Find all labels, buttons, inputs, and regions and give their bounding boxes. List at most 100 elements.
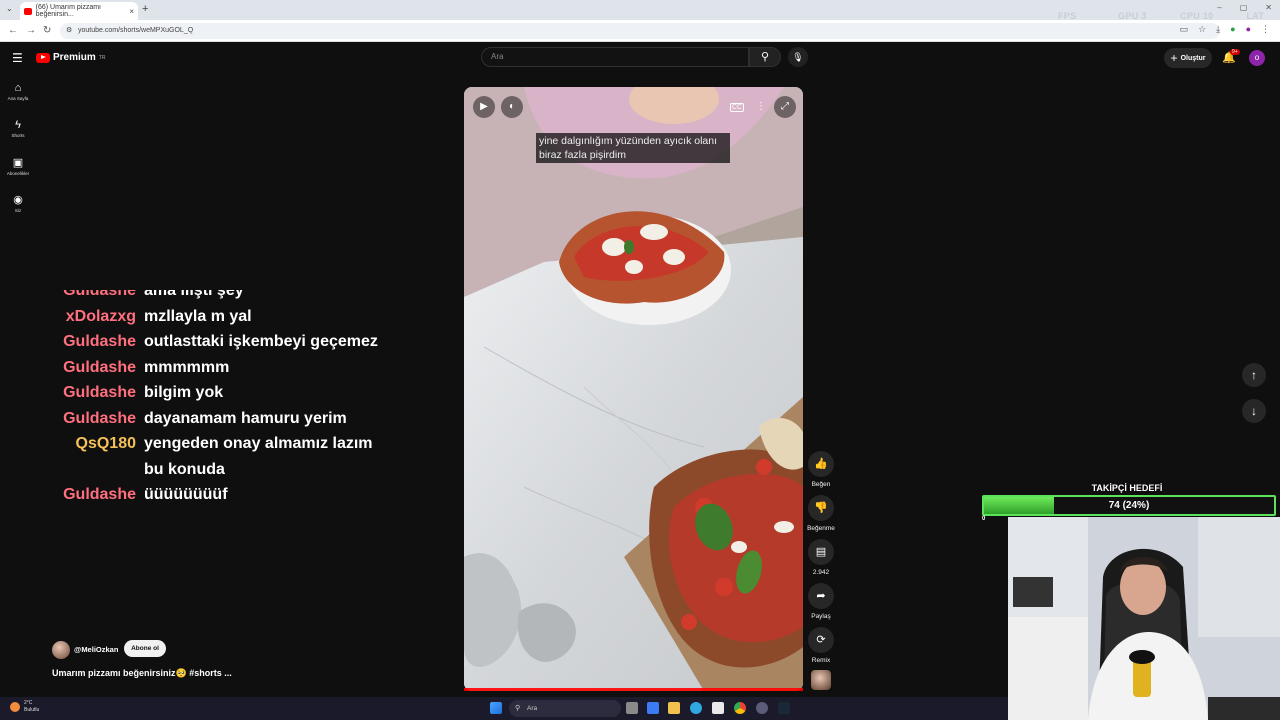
guide-label-home: Ana Sayfa: [7, 96, 29, 101]
share-icon: ➦: [808, 583, 834, 609]
mute-button[interactable]: ◐: [501, 96, 523, 118]
fullscreen-icon: ⤢: [781, 101, 789, 112]
captions-button[interactable]: CC: [726, 96, 748, 118]
guide-item-shorts[interactable]: ϟ Shorts: [2, 119, 34, 138]
weather-widget[interactable]: 2°C Bulutlu: [10, 700, 39, 714]
follower-goal-title: TAKİPÇİ HEDEFİ: [1091, 483, 1163, 493]
play-button[interactable]: ▶: [473, 96, 495, 118]
chat-username: xDolazxg: [65, 307, 136, 325]
taskbar-search-label: Ara: [527, 705, 538, 712]
downloads-icon[interactable]: ⤓: [1216, 24, 1220, 35]
task-view-icon[interactable]: [626, 702, 638, 714]
maximize-icon[interactable]: ▢: [1240, 3, 1248, 12]
minimize-icon[interactable]: –: [1217, 3, 1221, 12]
sound-source-avatar[interactable]: [811, 670, 831, 690]
youtube-logo[interactable]: Premium TR: [36, 52, 105, 63]
weather-desc: Bulutlu: [24, 707, 40, 713]
edge-icon[interactable]: [690, 702, 702, 714]
create-button[interactable]: + Oluştur: [1164, 48, 1212, 68]
windows-start-icon[interactable]: [490, 702, 502, 714]
browser-tab[interactable]: (66) Umarım pizzamı beğenirsin... ×: [20, 2, 138, 20]
taskbar-search[interactable]: ⚲ Ara: [509, 700, 621, 717]
taskbar-search-icon: ⚲: [515, 705, 521, 712]
video-frame-image: [464, 87, 803, 691]
follower-goal-value: 74 (24%): [1108, 500, 1150, 511]
chrome-icon[interactable]: [734, 702, 746, 714]
chat-text: dayanamam hamuru yerim: [144, 409, 347, 427]
comments-button[interactable]: ▤ 2.942: [807, 539, 835, 576]
logo-text: Premium: [53, 52, 96, 63]
account-avatar[interactable]: o: [1249, 50, 1265, 66]
tab-search-icon[interactable]: ⌄: [6, 4, 13, 13]
channel-name[interactable]: @MeliOzkan: [74, 645, 118, 654]
chat-message: Guldashe outlasttaki işkembeyi geçemez: [56, 329, 386, 355]
remix-button[interactable]: ⟳ Remix: [807, 627, 835, 664]
bookmark-star-icon[interactable]: ☆: [1198, 24, 1206, 35]
youtube-favicon-icon: [24, 7, 32, 15]
search-button[interactable]: ⚲: [749, 47, 781, 67]
youtube-play-icon: [36, 52, 50, 63]
more-options-button[interactable]: ⋮: [750, 96, 772, 118]
obs-icon[interactable]: [756, 702, 768, 714]
chat-username: Guldashe: [63, 384, 136, 401]
guide-item-you[interactable]: ◉ Siz: [2, 193, 34, 213]
close-tab-icon[interactable]: ×: [129, 7, 134, 16]
guide-item-home[interactable]: ⌂ Ana Sayfa: [2, 82, 34, 101]
file-explorer-icon[interactable]: [668, 702, 680, 714]
guide-item-subscriptions[interactable]: ▣ Abonelikler: [2, 156, 34, 176]
youtube-header: ☰ Premium TR Ara ⚲ 🎙 + Oluştur 🔔 9+ o: [0, 42, 1280, 74]
weather-temp: 2°C: [24, 700, 33, 706]
subscribe-button[interactable]: Abone ol: [124, 640, 166, 657]
reload-icon[interactable]: ↻: [43, 25, 51, 36]
cast-icon[interactable]: ▭: [1180, 24, 1189, 35]
arrow-down-icon: ↓: [1251, 404, 1257, 418]
dislike-label: Beğenme: [807, 525, 835, 532]
webcam-image: [1008, 517, 1280, 720]
site-info-icon[interactable]: ⚙: [66, 23, 72, 39]
volume-icon: ◐: [508, 101, 516, 112]
profile-icon[interactable]: ●: [1246, 24, 1251, 35]
store-icon[interactable]: [712, 702, 724, 714]
close-window-icon[interactable]: ✕: [1265, 3, 1272, 12]
thumbs-down-icon: 👎: [808, 495, 834, 521]
voice-search-button[interactable]: 🎙: [788, 47, 808, 67]
comment-icon: ▤: [808, 539, 834, 565]
url-input[interactable]: ⚙ youtube.com/shorts/weMPXuGOL_Q: [60, 23, 1220, 39]
chat-username: Guldashe: [63, 358, 136, 376]
chat-username: Guldashe: [63, 409, 136, 427]
search-icon: ⚲: [760, 51, 770, 63]
video-title[interactable]: Umarım pizzamı beğenirsiniz🥺 #shorts ...: [52, 668, 232, 679]
fullscreen-button[interactable]: ⤢: [774, 96, 796, 118]
chat-message: Guldashe mmmmmm: [56, 355, 386, 381]
share-label: Paylaş: [811, 613, 831, 620]
copilot-icon[interactable]: [647, 702, 659, 714]
chat-text: outlasttaki işkembeyi geçemez: [144, 333, 378, 350]
new-tab-icon[interactable]: +: [142, 3, 148, 15]
steam-icon[interactable]: [778, 702, 790, 714]
chat-message: Guldashe bilgim yok: [56, 380, 386, 406]
forward-icon[interactable]: →: [26, 25, 36, 36]
chat-message: Guldashe üüüüüüüüf: [56, 482, 386, 508]
dislike-button[interactable]: 👎 Beğenme: [807, 495, 835, 532]
previous-short-button[interactable]: ↑: [1242, 363, 1266, 387]
next-short-button[interactable]: ↓: [1242, 399, 1266, 423]
comments-count: 2.942: [812, 569, 830, 576]
windows-taskbar: 2°C Bulutlu ⚲ Ara: [0, 697, 1008, 720]
you-icon: ◉: [13, 194, 23, 206]
chat-text: ama ılıştı şey: [144, 282, 244, 299]
like-button[interactable]: 👍 Beğen: [807, 451, 835, 488]
share-button[interactable]: ➦ Paylaş: [807, 583, 835, 620]
video-progress-bar[interactable]: [464, 688, 803, 691]
search-input[interactable]: Ara: [481, 47, 749, 67]
more-vert-icon: ⋮: [756, 101, 766, 112]
shorts-video-player[interactable]: ▶ ◐ CC ⋮ ⤢: [464, 87, 803, 691]
channel-avatar[interactable]: [52, 641, 70, 659]
chat-text: mmmmmm: [144, 358, 230, 376]
menu-icon[interactable]: ☰: [12, 51, 23, 65]
browser-menu-icon[interactable]: ⋮: [1261, 24, 1270, 35]
extension-icon[interactable]: ●: [1230, 24, 1235, 35]
back-icon[interactable]: ←: [8, 25, 18, 36]
notification-count-badge: 9+: [1230, 49, 1240, 55]
shorts-icon: ϟ: [15, 119, 21, 131]
chat-text: bilgim yok: [144, 384, 224, 401]
